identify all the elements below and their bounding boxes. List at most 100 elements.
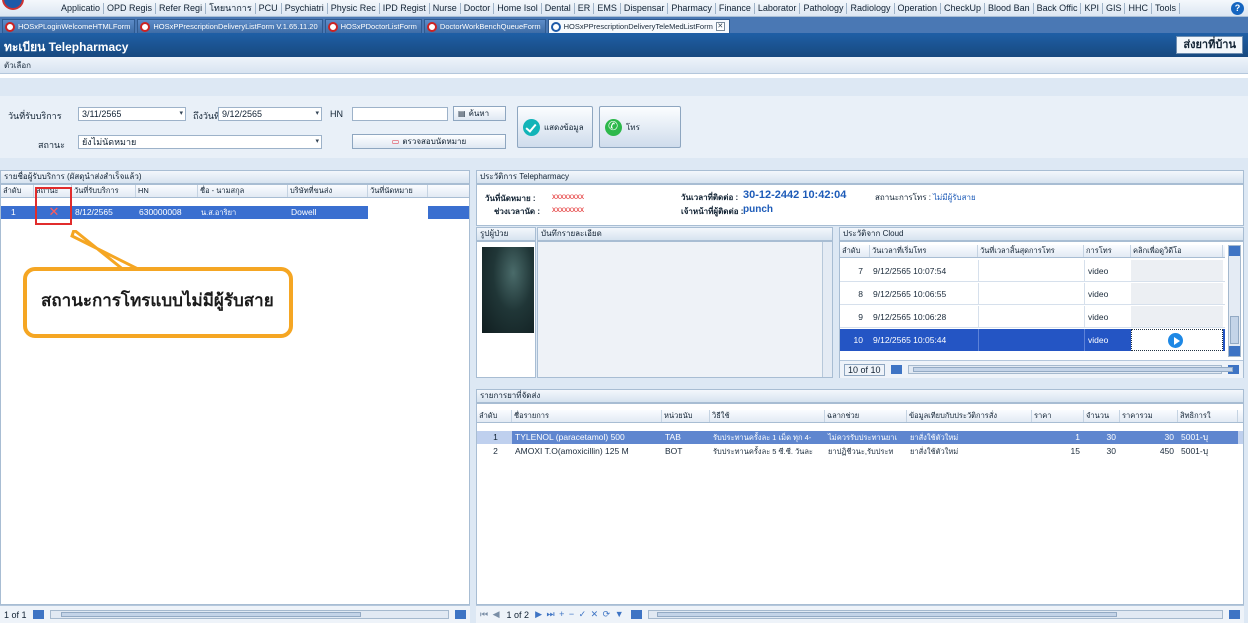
menu-laboratory[interactable]: Laborator	[755, 2, 801, 14]
menu-back-office[interactable]: Back Offic	[1034, 2, 1082, 14]
options-label[interactable]: ตัวเลือก	[4, 59, 31, 72]
menu-pharmacy[interactable]: Pharmacy	[668, 2, 716, 14]
patient-photo-image	[482, 247, 534, 333]
tab-login-welcome[interactable]: HOSxPLoginWelcomeHTMLForm	[2, 19, 136, 33]
menu-finance[interactable]: Finance	[716, 2, 755, 14]
horizontal-scrollbar[interactable]	[907, 365, 1233, 374]
cloud-history-grid: ลำดับ วันเวลาที่เริ่มโทร วันที่เวลาสิ้นส…	[839, 241, 1244, 378]
tab-doctor-workbench-queue[interactable]: DoctorWorkBenchQueueForm	[423, 19, 546, 33]
to-date-label: ถึงวันที่	[193, 111, 220, 121]
service-date-field[interactable]: 3/11/2565 ▾	[78, 107, 186, 121]
main-menu-bar: Applicatio OPD Regis Refer Regi โทยนาการ…	[0, 0, 1248, 17]
menu-dispensary[interactable]: Dispensar	[621, 2, 669, 14]
horizontal-scrollbar[interactable]	[49, 610, 449, 619]
menu-pathology[interactable]: Pathology	[800, 2, 848, 14]
scroll-down-arrow-icon[interactable]	[1229, 346, 1240, 356]
menu-refer-registry[interactable]: Refer Regi	[156, 2, 207, 14]
home-delivery-button[interactable]: ส่งยาที่บ้าน	[1176, 36, 1243, 54]
call-button[interactable]: โทร	[599, 106, 681, 148]
menu-physic-rehab[interactable]: Physic Rec	[328, 2, 380, 14]
chevron-down-icon[interactable]: ▾	[315, 136, 319, 148]
hosxp-icon	[327, 21, 338, 32]
close-tab-icon[interactable]: ✕	[715, 22, 725, 31]
drug-list-grid: ลำดับ ชื่อรายการ หน่วยนับ วิธีใช้ ฉลากช่…	[476, 403, 1244, 605]
horizontal-scrollbar[interactable]	[647, 610, 1223, 619]
menu-blood-bank[interactable]: Blood Ban	[985, 2, 1034, 14]
scroll-up-arrow-icon[interactable]	[1229, 246, 1240, 256]
table-row[interactable]: 2 AMOXI T.O(amoxicillin) 125 M BOT รับปร…	[477, 445, 1243, 458]
phone-icon	[605, 118, 622, 136]
table-row[interactable]: 1 TYLENOL (paracetamol) 500 TAB รับประทา…	[477, 431, 1243, 444]
table-row[interactable]: 7 9/12/2565 10:07:54 video	[840, 260, 1225, 282]
menu-nutrition[interactable]: โทยนาการ	[206, 2, 256, 14]
menu-hhc[interactable]: HHC	[1125, 2, 1152, 14]
table-row[interactable]: 10 9/12/2565 10:05:44 video	[840, 329, 1225, 351]
detail-note-header: บันทึกรายละเอียด	[537, 227, 833, 241]
menu-gis[interactable]: GIS	[1103, 2, 1126, 14]
patient-list-pager: 1 of 1	[0, 605, 470, 623]
drug-list-header: รายการยาที่จัดส่ง	[476, 389, 1244, 403]
menu-tools[interactable]: Tools	[1152, 2, 1180, 14]
check-circle-icon	[523, 118, 540, 136]
hosxp-icon	[550, 21, 561, 32]
play-video-cell[interactable]	[1131, 329, 1223, 351]
tab-doctor-list[interactable]: HOSxPDoctorListForm	[324, 19, 422, 33]
menu-nurse[interactable]: Nurse	[430, 2, 461, 14]
menu-radiology[interactable]: Radiology	[847, 2, 895, 14]
menu-kpi[interactable]: KPI	[1081, 2, 1103, 14]
table-row[interactable]: 8 9/12/2565 10:06:55 video	[840, 283, 1225, 305]
menu-pcu[interactable]: PCU	[256, 2, 282, 14]
show-data-button[interactable]: แสดงข้อมูล	[517, 106, 593, 148]
menu-er[interactable]: ER	[575, 2, 595, 14]
menu-application[interactable]: Applicatio	[58, 2, 105, 14]
page-title: ทะเบียน Telepharmacy	[4, 40, 129, 54]
chevron-down-icon[interactable]: ▾	[315, 108, 319, 120]
tab-telemed-delivery-list[interactable]: HOSxPPrescriptionDeliveryTeleMedListForm…	[547, 19, 730, 33]
status-label: สถานะ	[38, 140, 65, 150]
vertical-scrollbar[interactable]	[1228, 245, 1241, 357]
contact-datetime: 30-12-2442 10:42:04	[743, 189, 847, 201]
menu-checkup[interactable]: CheckUp	[941, 2, 986, 14]
hosxp-icon	[426, 21, 437, 32]
menu-opd-registry[interactable]: OPD Regis	[104, 2, 157, 14]
patient-list-header: รายชื่อผู้รับบริการ (ผัสดุนำส่งสำเร็จแล้…	[0, 170, 470, 184]
search-icon: ▤	[458, 109, 466, 118]
hosxp-icon	[140, 21, 151, 32]
cloud-history-columns: ลำดับ วันเวลาที่เริ่มโทร วันที่เวลาสิ้นส…	[840, 245, 1225, 258]
help-icon[interactable]: ?	[1231, 2, 1244, 15]
chevron-down-icon[interactable]: ▾	[179, 108, 183, 120]
tab-prescription-delivery-list[interactable]: HOSxPPrescriptionDeliveryListForm V.1.65…	[137, 19, 323, 33]
app-logo-icon[interactable]	[2, 0, 24, 10]
search-button[interactable]: ▤ ค้นหา	[453, 106, 506, 121]
calendar-icon: ▭	[391, 137, 400, 146]
menu-home-isolation[interactable]: Home Isol	[494, 2, 542, 14]
scroll-left-arrow-icon[interactable]	[890, 365, 902, 374]
scroll-left-arrow-icon[interactable]	[630, 610, 642, 619]
to-date-field[interactable]: 9/12/2565 ▾	[218, 107, 322, 121]
annotation-callout: สถานะการโทรแบบไม่มีผู้รับสาย	[23, 267, 293, 338]
menu-ipd-registry[interactable]: IPD Regist	[380, 2, 430, 14]
scroll-right-arrow-icon[interactable]	[1229, 610, 1240, 619]
menu-operation[interactable]: Operation	[895, 2, 942, 14]
vertical-scrollbar[interactable]	[822, 242, 832, 377]
status-select[interactable]: ยังไม่นัดหมาย ▾	[78, 135, 322, 149]
check-appointment-button[interactable]: ▭ ตรวจสอบนัดหมาย	[352, 134, 506, 149]
nav-first-prev-icon[interactable]: ⏮ ◀	[480, 609, 501, 620]
menu-dental[interactable]: Dental	[542, 2, 575, 14]
navigator-buttons-icon[interactable]: ▶ ⏭ + − ✓ ✕ ⟳ ▼	[535, 609, 625, 620]
options-strip	[0, 57, 1248, 74]
annotation-highlight-box	[35, 187, 72, 225]
form-header: ทะเบียน Telepharmacy ส่งยาที่บ้าน ตัวเลื…	[0, 33, 1248, 78]
hn-label: HN	[330, 109, 343, 119]
table-row[interactable]: 9 9/12/2565 10:06:28 video	[840, 306, 1225, 328]
scroll-left-arrow-icon[interactable]	[32, 610, 44, 619]
menu-doctor[interactable]: Doctor	[461, 2, 495, 14]
menu-psychiatric[interactable]: Psychiatri	[282, 2, 328, 14]
hosxp-icon	[5, 21, 15, 32]
menu-ems[interactable]: EMS	[594, 2, 621, 14]
drug-list-pager: ⏮ ◀ 1 of 2 ▶ ⏭ + − ✓ ✕ ⟳ ▼	[476, 605, 1244, 623]
scroll-right-arrow-icon[interactable]	[455, 610, 466, 619]
detail-note-area[interactable]	[537, 241, 833, 378]
hn-input[interactable]	[352, 107, 448, 121]
call-status-value: ไม่มีผู้รับสาย	[933, 193, 976, 202]
